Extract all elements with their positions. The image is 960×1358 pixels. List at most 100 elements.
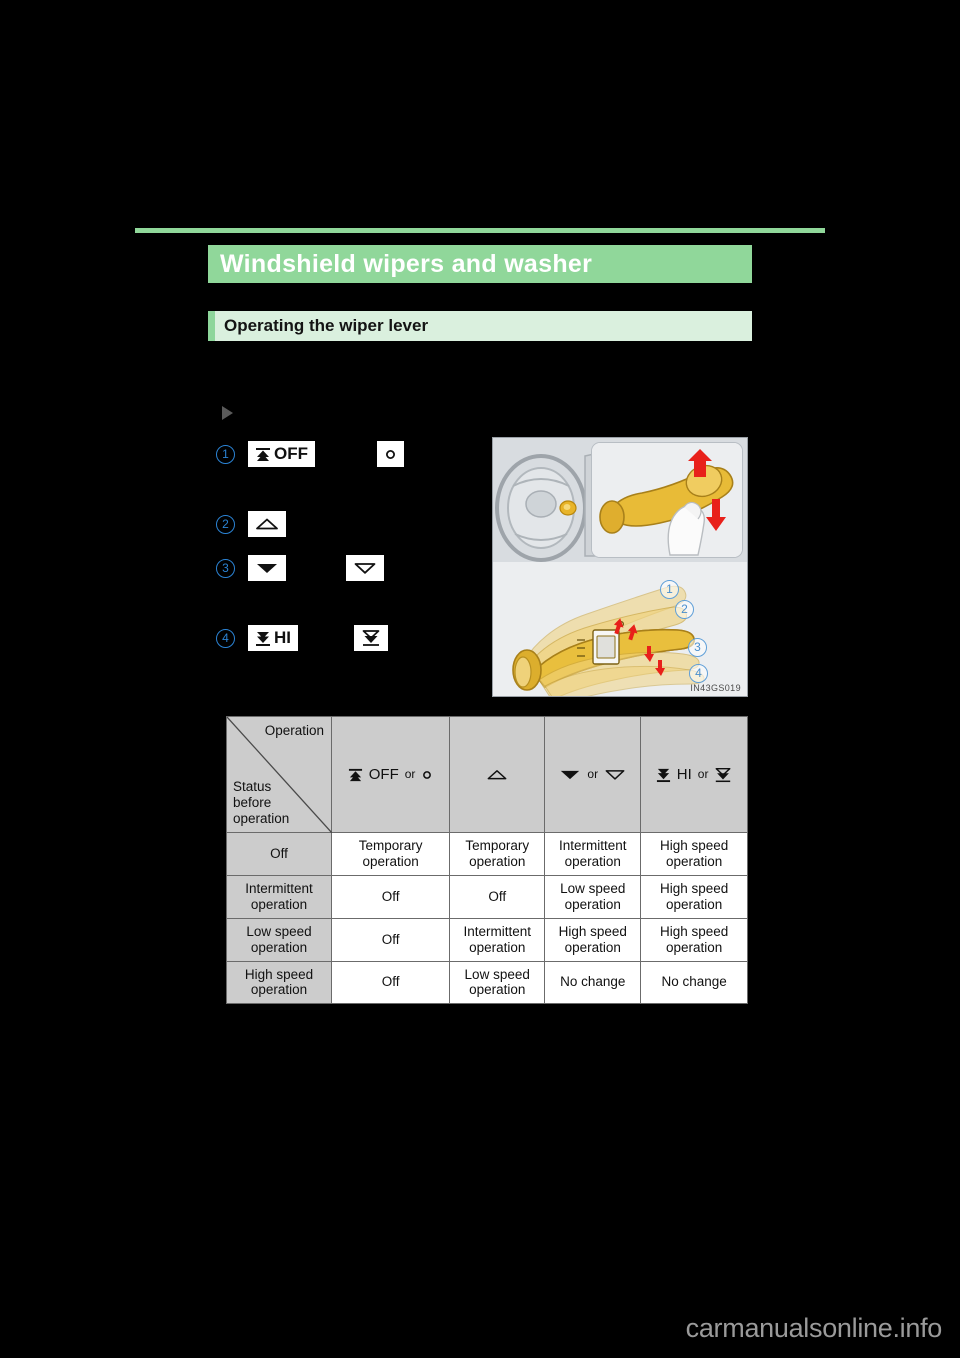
cell-line-2: operation <box>665 896 723 912</box>
row-status-line-1: Off <box>270 845 288 861</box>
page-title-bar: Windshield wipers and washer <box>208 245 752 283</box>
callout-number: 3 <box>216 558 235 578</box>
cell-off-off: Temporary operation <box>330 832 451 876</box>
wiper-operation-table: Operation Status before operation OFF or <box>226 716 748 1005</box>
row-status-intermittent: Intermittent operation <box>226 874 332 919</box>
cell-line-1: Intermittent <box>558 838 627 853</box>
wiper-hi-underline-icon <box>714 766 732 784</box>
callout-number: 4 <box>216 628 235 648</box>
table-row: Off Temporary operation Temporary operat… <box>226 832 748 876</box>
cell-line-1: High speed <box>659 838 729 853</box>
cell-line-1: Off <box>488 888 507 904</box>
wiper-off-icon <box>348 767 363 783</box>
small-circle-icon <box>377 441 404 467</box>
col-off-label: OFF <box>368 765 399 783</box>
cell-line-1: Intermittent <box>463 923 531 939</box>
corner-status-label: Status before operation <box>233 779 289 827</box>
cell-line-2: operation <box>564 896 621 912</box>
table-corner-cell: Operation Status before operation <box>226 716 332 833</box>
wiper-off-label: OFF <box>274 444 308 463</box>
small-circle-icon <box>421 769 433 781</box>
corner-status-line-1: Status <box>233 779 272 795</box>
callout-number: 2 <box>216 514 235 534</box>
triangle-down-solid-glyph <box>255 561 279 575</box>
or-label-2: or <box>587 767 599 782</box>
wiper-hi-icon: HI <box>248 625 298 651</box>
header-rule <box>135 228 825 233</box>
cell-high-off: Off <box>330 960 451 1005</box>
cell-line-2: operation <box>469 939 526 955</box>
table-row: Intermittent operation Off Off Low speed… <box>226 874 748 919</box>
corner-status-line-3: operation <box>233 811 290 827</box>
cell-line-2: operation <box>362 853 419 869</box>
triangle-down-solid-icon <box>559 768 581 781</box>
cell-line-2: operation <box>469 853 526 869</box>
play-triangle-icon <box>222 406 233 420</box>
cell-line-2: operation <box>564 939 621 955</box>
wiper-off-glyph <box>255 446 271 463</box>
cell-line-1: Temporary <box>465 838 530 853</box>
col-hi-label: HI <box>676 765 692 783</box>
wiper-hi-icon <box>656 767 671 783</box>
row-status-line-1: Intermittent <box>245 880 313 896</box>
callout-number: 1 <box>216 444 235 464</box>
cell-line-1: No change <box>560 974 626 990</box>
callout-3: 3 <box>688 638 707 657</box>
cell-line-1: Off <box>381 931 400 947</box>
cell-line-1: High speed <box>558 923 627 939</box>
cell-low-off: Off <box>330 917 451 962</box>
cell-intermittent-hi: High speed operation <box>640 874 748 919</box>
illustration-code: IN43GS019 <box>690 683 741 693</box>
wiper-hi-label: HI <box>274 628 291 647</box>
table-col-mist <box>449 716 546 833</box>
page-title: Windshield wipers and washer <box>220 249 593 278</box>
cell-intermittent-mist: Off <box>449 874 546 919</box>
table-row: High speed operation Off Low speed opera… <box>226 960 748 1005</box>
triangle-up-outline-glyph <box>255 517 279 531</box>
callout-1: 1 <box>660 580 679 599</box>
cell-intermittent-off: Off <box>330 874 451 919</box>
corner-operation-label: Operation <box>264 723 324 738</box>
lever-positions-drawing <box>493 562 747 696</box>
list-item: 4 HI <box>216 625 388 651</box>
cell-line-2: operation <box>665 939 723 955</box>
row-status-high-speed: High speed operation <box>226 960 332 1005</box>
cell-low-lo: High speed operation <box>544 917 642 962</box>
cell-line-2: operation <box>564 853 621 869</box>
cell-intermittent-lo: Low speed operation <box>544 874 642 919</box>
triangle-down-outline-glyph <box>353 561 377 575</box>
row-status-low-speed: Low speed operation <box>226 917 332 962</box>
cell-low-hi: High speed operation <box>640 917 748 962</box>
table-row: Low speed operation Off Intermittent ope… <box>226 917 748 962</box>
table-col-off: OFF or <box>330 716 451 833</box>
cell-line-1: High speed <box>659 880 729 896</box>
triangle-down-outline-icon <box>604 768 626 781</box>
cell-line-1: No change <box>661 974 727 990</box>
cell-high-hi: No change <box>640 960 748 1005</box>
triangle-up-outline-icon <box>248 511 286 537</box>
list-item: 3 <box>216 555 384 581</box>
cell-line-1: Temporary <box>358 838 423 853</box>
wiper-lever-illustration: 1 2 3 4 IN43GS019 <box>492 437 748 697</box>
cell-off-hi: High speed operation <box>640 832 748 876</box>
list-item: 2 <box>216 511 286 537</box>
table-header-row: Operation Status before operation OFF or <box>226 716 748 833</box>
or-label-1: or <box>404 767 416 782</box>
lever-closeup-inset <box>591 442 743 558</box>
table-col-lo: or <box>544 716 642 833</box>
small-circle-glyph <box>384 448 397 461</box>
cell-off-mist: Temporary operation <box>449 832 546 876</box>
row-status-line-2: operation <box>250 896 308 912</box>
row-status-line-2: operation <box>250 982 308 998</box>
subsection-bar: Operating the wiper lever <box>208 311 752 341</box>
corner-status-line-2: before <box>233 795 272 811</box>
cell-line-2: operation <box>469 982 526 998</box>
triangle-up-outline-icon <box>486 768 508 781</box>
lever-positions-scene: 1 2 3 4 IN43GS019 <box>493 562 747 696</box>
wiper-off-icon: OFF <box>248 441 315 467</box>
cell-line-1: High speed <box>659 923 729 939</box>
callout-2: 2 <box>675 600 694 619</box>
cell-line-1: Low speed <box>560 880 626 896</box>
row-status-line-1: High speed <box>244 966 314 982</box>
wiper-hi-glyph <box>255 630 271 647</box>
